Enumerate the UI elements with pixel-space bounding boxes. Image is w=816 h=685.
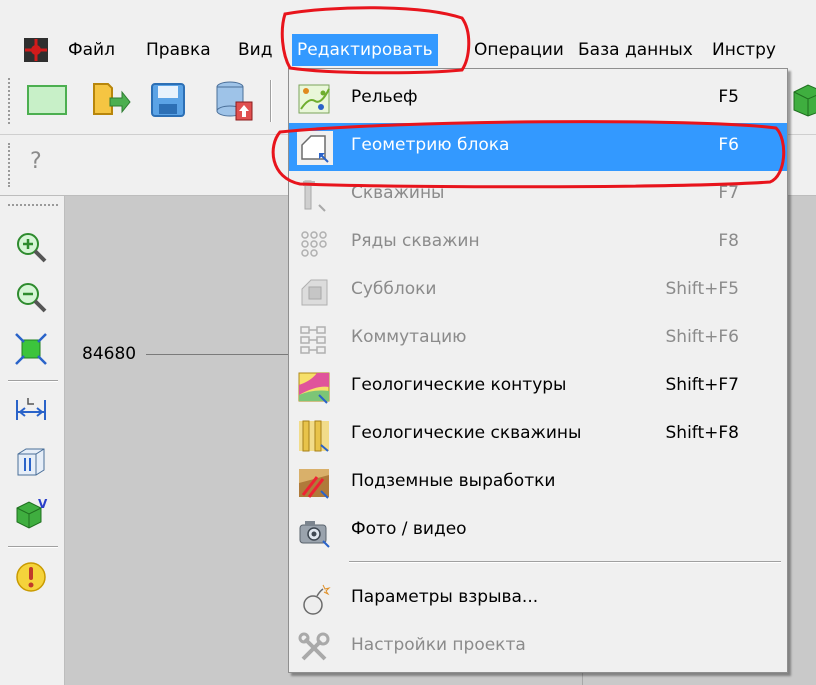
database-save-icon[interactable] [212, 78, 254, 122]
menu-item-shortcut: Shift+F5 [665, 279, 739, 299]
menu-item-geological-contours[interactable]: Геологические контуры Shift+F7 [289, 363, 787, 411]
help-button[interactable]: ? [30, 149, 42, 174]
menu-item-label: Субблоки [351, 279, 437, 299]
block-geometry-icon [297, 131, 333, 165]
geological-contours-icon [297, 371, 333, 405]
menu-item-subblocks[interactable]: Субблоки Shift+F5 [289, 267, 787, 315]
menu-item-shortcut: Shift+F7 [665, 375, 739, 395]
measure-distance-icon[interactable] [14, 392, 48, 426]
menu-item-label: Подземные выработки [351, 471, 556, 491]
menubar: Файл Правка Вид Редактировать Операции Б… [0, 0, 816, 69]
underground-workings-icon [297, 467, 333, 501]
well-rows-icon [297, 227, 333, 261]
menu-item-wells[interactable]: Скважины F7 [289, 171, 787, 219]
menu-view[interactable]: Вид [238, 36, 272, 64]
menu-item-project-settings[interactable]: Настройки проекта [289, 623, 787, 671]
menu-item-label: Скважины [351, 183, 445, 203]
edit-dropdown-menu: Рельеф F5 Геометрию блока F6 Скважины F7… [288, 68, 788, 673]
menu-item-shortcut: F7 [718, 183, 739, 203]
toolbar-grip[interactable] [8, 143, 13, 187]
cube-icon[interactable] [790, 82, 816, 118]
menu-item-relief[interactable]: Рельеф F5 [289, 75, 787, 123]
zoom-in-icon[interactable] [14, 230, 48, 264]
menu-item-label: Фото / видео [351, 519, 467, 539]
toolbar-separator [270, 80, 272, 122]
menu-item-shortcut: Shift+F8 [665, 423, 739, 443]
toolbar-separator [8, 380, 58, 382]
toolbar-grip[interactable] [8, 204, 58, 206]
toolbar-grip[interactable] [8, 78, 13, 124]
menu-database[interactable]: База данных [578, 36, 693, 64]
menu-item-label: Геометрию блока [351, 135, 510, 155]
menu-item-geological-wells[interactable]: Геологические скважины Shift+F8 [289, 411, 787, 459]
app-logo-icon [22, 36, 50, 64]
menu-item-commutation[interactable]: Коммутацию Shift+F6 [289, 315, 787, 363]
geological-wells-icon [297, 419, 333, 453]
menu-item-block-geometry[interactable]: Геометрию блока F6 [289, 123, 787, 171]
left-toolbar: V [0, 196, 65, 685]
coordinate-gridline [146, 354, 290, 355]
save-icon[interactable] [148, 80, 188, 120]
warning-icon[interactable] [14, 560, 48, 594]
menu-edit-basic[interactable]: Правка [146, 36, 211, 64]
3d-block-icon[interactable] [14, 444, 48, 478]
menu-item-label: Коммутацию [351, 327, 467, 347]
zoom-extents-icon[interactable] [14, 332, 48, 366]
menu-item-shortcut: F6 [718, 135, 739, 155]
menu-item-photo-video[interactable]: Фото / видео [289, 507, 787, 555]
new-file-icon[interactable] [26, 80, 68, 118]
menu-file[interactable]: Файл [68, 36, 115, 64]
coordinate-label: 84680 [82, 344, 137, 364]
zoom-out-icon[interactable] [14, 280, 48, 314]
relief-icon [297, 83, 333, 117]
menu-item-label: Параметры взрыва... [351, 587, 539, 607]
menu-item-label: Геологические контуры [351, 375, 567, 395]
menu-tools[interactable]: Инстру [712, 36, 776, 64]
menu-item-label: Геологические скважины [351, 423, 582, 443]
tools-icon [297, 631, 333, 665]
menu-item-label: Рельеф [351, 87, 418, 107]
menu-operations[interactable]: Операции [474, 36, 564, 64]
wells-icon [297, 179, 333, 213]
menu-item-shortcut: Shift+F6 [665, 327, 739, 347]
camera-icon [297, 515, 333, 549]
menu-item-underground-workings[interactable]: Подземные выработки [289, 459, 787, 507]
commutation-icon [297, 323, 333, 357]
toolbar-separator [8, 546, 58, 548]
menu-item-label: Настройки проекта [351, 635, 526, 655]
menu-item-shortcut: F5 [718, 87, 739, 107]
svg-text:V: V [38, 497, 48, 511]
menu-edit[interactable]: Редактировать [292, 34, 438, 66]
menu-item-label: Ряды скважин [351, 231, 480, 251]
menu-item-shortcut: F8 [718, 231, 739, 251]
menu-item-blast-parameters[interactable]: Параметры взрыва... [289, 575, 787, 623]
bomb-icon [297, 583, 333, 617]
subblocks-icon [297, 275, 333, 309]
menu-item-well-rows[interactable]: Ряды скважин F8 [289, 219, 787, 267]
cube-v-icon[interactable]: V [14, 496, 48, 530]
menu-separator [349, 561, 781, 563]
open-file-icon[interactable] [88, 78, 132, 120]
